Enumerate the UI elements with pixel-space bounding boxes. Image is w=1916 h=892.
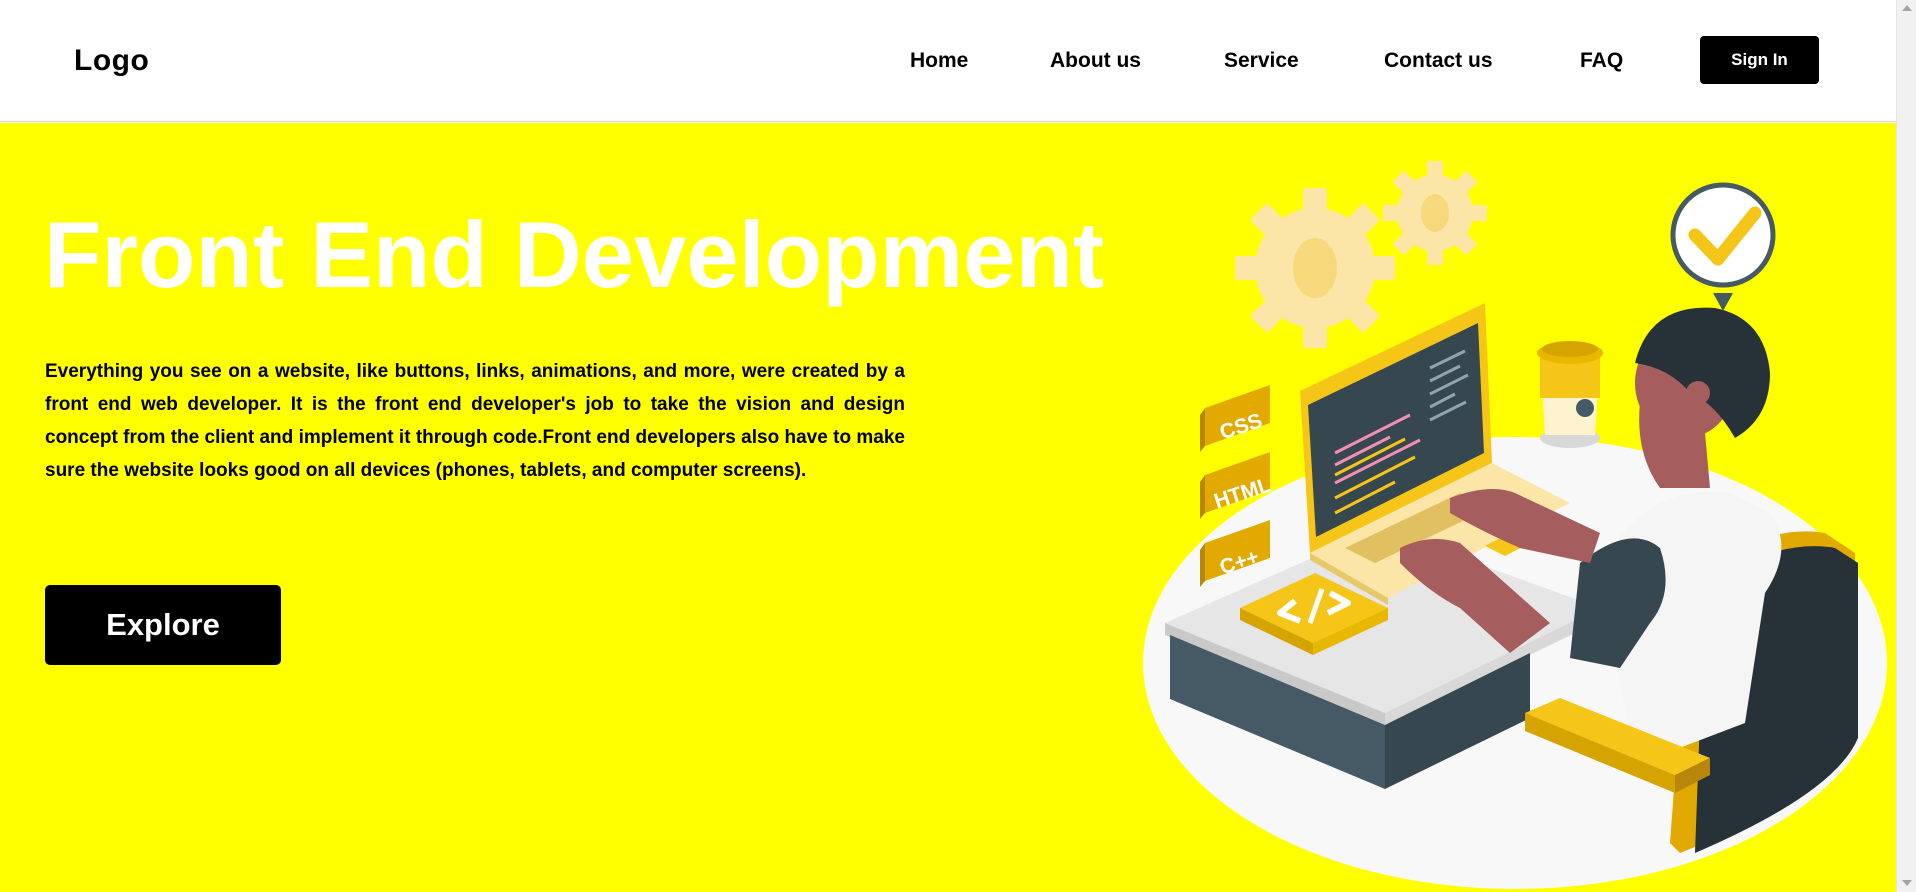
scroll-up-arrow-icon[interactable]	[1902, 5, 1912, 11]
site-header: Logo Home About us Service Contact us FA…	[0, 0, 1896, 122]
coffee-cup	[1537, 341, 1603, 448]
sign-in-button[interactable]: Sign In	[1700, 36, 1819, 84]
page: Logo Home About us Service Contact us FA…	[0, 0, 1916, 892]
logo[interactable]: Logo	[74, 44, 149, 78]
gear-icon	[1383, 161, 1487, 265]
developer-illustration: CSS HTML C++	[1143, 161, 1887, 889]
nav-service[interactable]: Service	[1224, 49, 1299, 73]
nav-contact-us[interactable]: Contact us	[1384, 49, 1493, 73]
scroll-down-arrow-icon[interactable]	[1902, 880, 1912, 886]
nav-about-us[interactable]: About us	[1050, 49, 1141, 73]
css-badge: CSS	[1200, 385, 1270, 452]
hero-section: Front End Development Everything you see…	[0, 123, 1896, 892]
hero-description: Everything you see on a website, like bu…	[45, 361, 905, 481]
check-icon	[1670, 182, 1776, 311]
explore-button[interactable]: Explore	[45, 585, 281, 665]
nav-faq[interactable]: FAQ	[1580, 49, 1623, 73]
hero-title: Front End Development	[44, 202, 1105, 307]
nav-home[interactable]: Home	[910, 49, 968, 73]
gear-icon	[1235, 188, 1395, 348]
vertical-scrollbar[interactable]	[1896, 0, 1916, 892]
